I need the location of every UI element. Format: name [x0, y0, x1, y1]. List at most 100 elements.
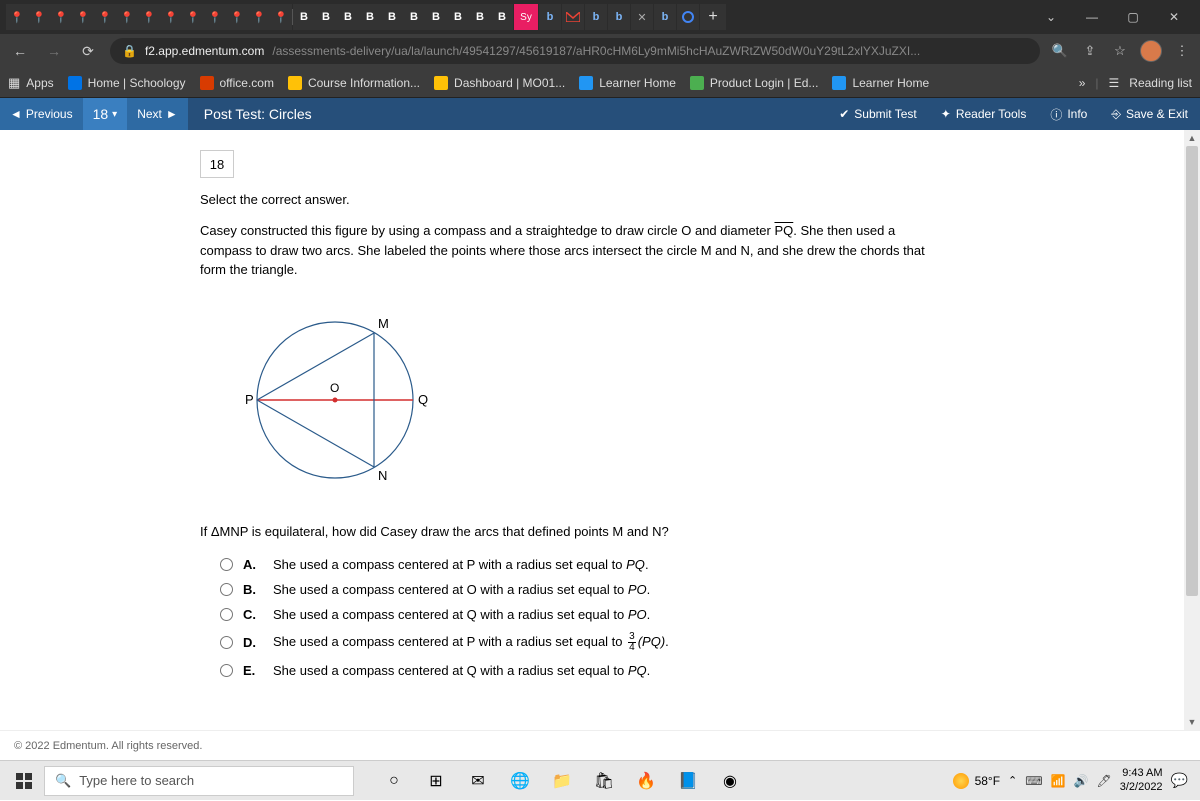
- tab-google[interactable]: [677, 4, 699, 30]
- bookmark-item[interactable]: office.com: [200, 76, 274, 90]
- scroll-down-icon[interactable]: ▼: [1184, 714, 1200, 730]
- bookmark-item[interactable]: Dashboard | MO01...: [434, 76, 565, 90]
- chevron-up-icon[interactable]: ⌃: [1008, 774, 1017, 787]
- window-minimize[interactable]: —: [1072, 0, 1112, 34]
- bookmark-item[interactable]: Learner Home: [832, 76, 929, 90]
- cortana-icon[interactable]: ○: [374, 761, 414, 801]
- answer-choice[interactable]: D.She used a compass centered at P with …: [220, 632, 1000, 653]
- b-tab[interactable]: B: [315, 4, 337, 30]
- window-maximize[interactable]: ▢: [1113, 0, 1153, 34]
- tab-close[interactable]: ✕: [631, 4, 653, 30]
- mail-icon[interactable]: ✉: [458, 761, 498, 801]
- tab-b-4[interactable]: b: [654, 4, 676, 30]
- volume-icon[interactable]: 🔊: [1074, 774, 1089, 788]
- window-close[interactable]: ✕: [1154, 0, 1194, 34]
- edge-icon[interactable]: 🌐: [500, 761, 540, 801]
- pinned-tab[interactable]: 📍: [72, 4, 94, 30]
- tab-b-1[interactable]: b: [539, 4, 561, 30]
- answer-choice[interactable]: C.She used a compass centered at Q with …: [220, 607, 1000, 622]
- apps-button[interactable]: ▦Apps: [8, 75, 54, 91]
- b-tab[interactable]: B: [337, 4, 359, 30]
- pinned-tab[interactable]: 📍: [50, 4, 72, 30]
- tab-sy[interactable]: Sy: [514, 4, 538, 30]
- pinned-tab[interactable]: 📍: [204, 4, 226, 30]
- back-button[interactable]: ←: [8, 39, 32, 63]
- exit-icon: ⎆: [1111, 107, 1121, 122]
- app-icon-2[interactable]: 📘: [668, 761, 708, 801]
- bookmarks-overflow[interactable]: »: [1079, 76, 1086, 90]
- app-icon-1[interactable]: 🔥: [626, 761, 666, 801]
- b-tab[interactable]: B: [403, 4, 425, 30]
- pinned-tab[interactable]: 📍: [94, 4, 116, 30]
- radio-input[interactable]: [220, 664, 233, 677]
- address-bar[interactable]: 🔒 f2.app.edmentum.com/assessments-delive…: [110, 38, 1040, 64]
- bookmark-item[interactable]: Course Information...: [288, 76, 420, 90]
- tab-b-2[interactable]: b: [585, 4, 607, 30]
- scrollbar[interactable]: ▲ ▼: [1184, 130, 1200, 730]
- b-tab[interactable]: B: [447, 4, 469, 30]
- menu-icon[interactable]: ⋮: [1172, 43, 1192, 59]
- notifications-icon[interactable]: 💬: [1171, 772, 1188, 789]
- bookmark-item[interactable]: Product Login | Ed...: [690, 76, 819, 90]
- b-tab[interactable]: B: [425, 4, 447, 30]
- bookmark-star-icon[interactable]: ☆: [1110, 43, 1130, 59]
- pinned-tab[interactable]: 📍: [116, 4, 138, 30]
- pinned-tab[interactable]: 📍: [28, 4, 50, 30]
- radio-input[interactable]: [220, 558, 233, 571]
- keyboard-icon[interactable]: ⌨: [1025, 774, 1042, 788]
- pinned-tabs: 📍📍📍📍📍📍📍📍📍📍📍📍📍: [6, 4, 292, 30]
- system-tray[interactable]: ⌨ 📶 🔊 🖊: [1025, 774, 1111, 788]
- lang-icon[interactable]: 🖊: [1097, 774, 1112, 788]
- forward-button[interactable]: →: [42, 39, 66, 63]
- b-tab[interactable]: B: [293, 4, 315, 30]
- pinned-tab[interactable]: 📍: [6, 4, 28, 30]
- pinned-tab[interactable]: 📍: [138, 4, 160, 30]
- search-icon[interactable]: 🔍: [1050, 43, 1070, 59]
- wifi-icon[interactable]: 📶: [1051, 774, 1066, 788]
- answer-choice[interactable]: A.She used a compass centered at P with …: [220, 557, 1000, 572]
- taskbar-search[interactable]: 🔍 Type here to search: [44, 766, 354, 796]
- bookmark-item[interactable]: Learner Home: [579, 76, 676, 90]
- b-tab[interactable]: B: [491, 4, 513, 30]
- pinned-tab[interactable]: 📍: [270, 4, 292, 30]
- radio-input[interactable]: [220, 583, 233, 596]
- previous-button[interactable]: ◄Previous: [0, 98, 83, 130]
- pinned-tab[interactable]: 📍: [226, 4, 248, 30]
- tab-gmail[interactable]: [562, 4, 584, 30]
- explorer-icon[interactable]: 📁: [542, 761, 582, 801]
- b-tab[interactable]: B: [469, 4, 491, 30]
- next-button[interactable]: Next►: [127, 98, 188, 130]
- task-view-icon[interactable]: ⊞: [416, 761, 456, 801]
- tab-b-3[interactable]: b: [608, 4, 630, 30]
- chrome-icon[interactable]: ◉: [710, 761, 750, 801]
- reload-button[interactable]: ⟳: [76, 39, 100, 63]
- scroll-thumb[interactable]: [1186, 146, 1198, 596]
- question-text: Casey constructed this figure by using a…: [200, 221, 940, 280]
- bookmark-item[interactable]: Home | Schoology: [68, 76, 186, 90]
- new-tab-button[interactable]: +: [700, 4, 726, 30]
- browser-tabstrip: 📍📍📍📍📍📍📍📍📍📍📍📍📍 BBBBBBBBBB Sy b b b ✕ b + …: [0, 0, 1200, 34]
- radio-input[interactable]: [220, 608, 233, 621]
- start-button[interactable]: [4, 761, 44, 801]
- save-exit-button[interactable]: ⎆Save & Exit: [1099, 98, 1200, 130]
- submit-test-button[interactable]: ✔Submit Test: [827, 98, 929, 130]
- pinned-tab[interactable]: 📍: [160, 4, 182, 30]
- reading-list-button[interactable]: Reading list: [1129, 76, 1192, 90]
- store-icon[interactable]: 🛍: [584, 761, 624, 801]
- chevron-down-icon[interactable]: ⌄: [1031, 0, 1071, 34]
- pinned-tab[interactable]: 📍: [182, 4, 204, 30]
- weather-widget[interactable]: 58°F: [953, 773, 1000, 789]
- clock[interactable]: 9:43 AM 3/2/2022: [1120, 767, 1163, 793]
- reader-tools-button[interactable]: ✦Reader Tools: [929, 98, 1039, 130]
- answer-choice[interactable]: E.She used a compass centered at Q with …: [220, 663, 1000, 678]
- answer-choice[interactable]: B.She used a compass centered at O with …: [220, 582, 1000, 597]
- share-icon[interactable]: ⇪: [1080, 43, 1100, 59]
- question-selector[interactable]: 18▾: [83, 98, 128, 130]
- info-button[interactable]: ⓘInfo: [1038, 98, 1099, 130]
- radio-input[interactable]: [220, 636, 233, 649]
- profile-avatar[interactable]: [1140, 40, 1162, 62]
- pinned-tab[interactable]: 📍: [248, 4, 270, 30]
- scroll-up-icon[interactable]: ▲: [1184, 130, 1200, 146]
- b-tab[interactable]: B: [359, 4, 381, 30]
- b-tab[interactable]: B: [381, 4, 403, 30]
